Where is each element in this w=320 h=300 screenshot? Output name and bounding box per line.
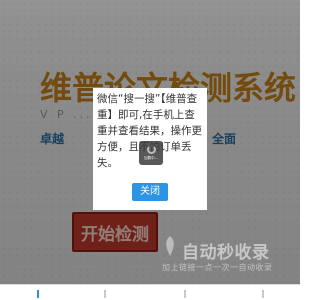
spinner-icon — [146, 145, 156, 154]
loading-label: 加载中... — [144, 156, 158, 160]
nav-icon[interactable] — [262, 290, 264, 298]
nav-icon[interactable] — [104, 290, 106, 298]
bottom-nav-bar — [0, 284, 300, 300]
watermark-title: 自动秒收录 — [182, 243, 270, 263]
watermark-logo-icon — [166, 236, 174, 256]
nav-icon[interactable] — [37, 290, 39, 298]
close-button[interactable]: 关闭 — [132, 183, 168, 201]
watermark-subtitle: 加上链接一点一次一自动收录 — [162, 263, 273, 272]
watermark: 自动秒收录 加上链接一点一次一自动收录 — [162, 236, 282, 276]
nav-icon[interactable] — [184, 290, 186, 298]
loading-toast: 加载中... — [139, 141, 163, 165]
